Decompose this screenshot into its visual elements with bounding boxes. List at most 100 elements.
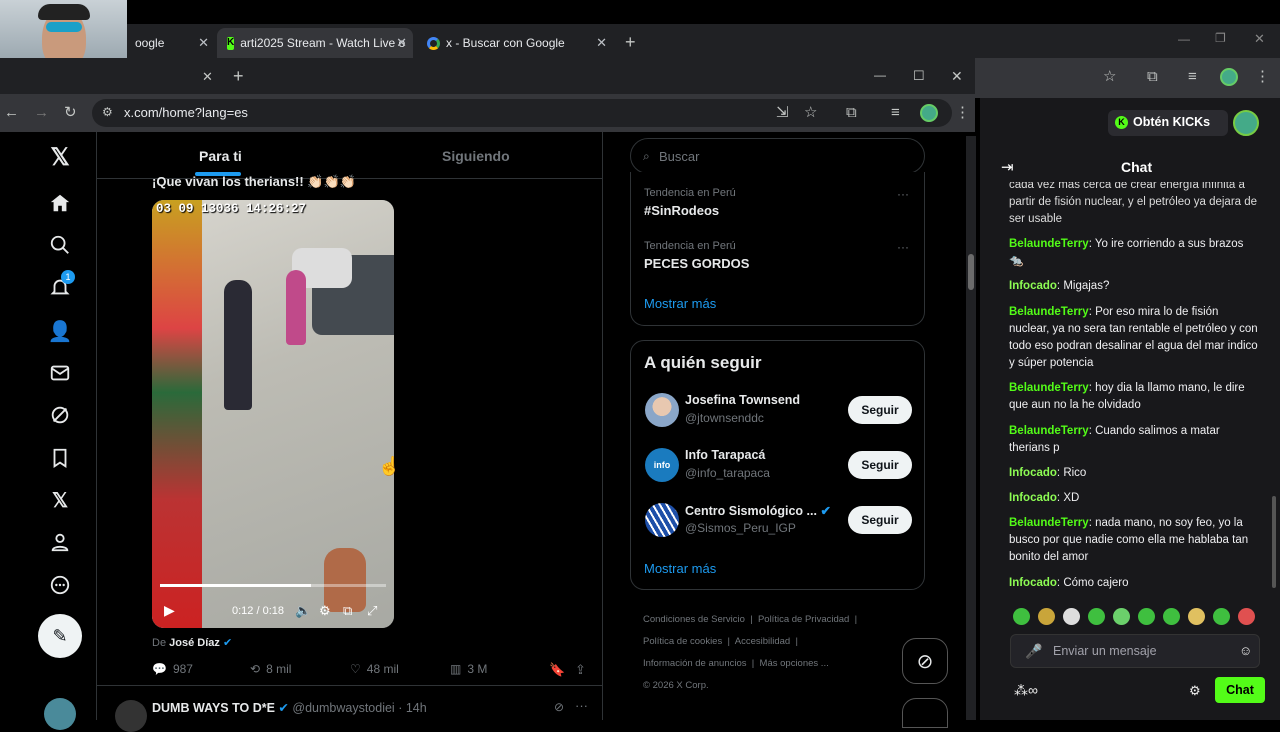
emoji-icon[interactable]: ☺ xyxy=(1239,643,1252,658)
follow-suggestion[interactable]: info Info Tarapacá @info_tarapaca Seguir xyxy=(631,444,926,492)
close-icon[interactable]: ✕ xyxy=(202,70,213,83)
trend-more-icon[interactable]: ··· xyxy=(897,240,909,254)
new-tab-icon[interactable]: + xyxy=(233,67,244,85)
footer-link-more[interactable]: Más opciones ... xyxy=(760,658,829,669)
messages-icon[interactable] xyxy=(47,360,73,386)
search-input[interactable]: ⌕ Buscar xyxy=(630,138,925,174)
minimize-icon[interactable]: — xyxy=(1178,33,1190,45)
user-avatar[interactable] xyxy=(1233,110,1259,136)
show-more-link[interactable]: Mostrar más xyxy=(644,561,716,576)
profile-avatar[interactable] xyxy=(920,104,938,122)
emote-icon[interactable] xyxy=(1188,608,1205,625)
author-avatar[interactable] xyxy=(115,700,147,732)
account-avatar[interactable] xyxy=(44,698,76,730)
notifications-icon[interactable]: 1 xyxy=(47,270,75,300)
back-icon[interactable]: ← xyxy=(4,105,19,120)
compose-post-button[interactable]: ✎ xyxy=(38,614,82,658)
grok-icon[interactable]: ⊘ xyxy=(554,700,564,714)
author-handle[interactable]: @dumbwaystodiei xyxy=(292,701,394,715)
install-app-icon[interactable]: ⇲ xyxy=(776,105,789,120)
bookmark-star-icon[interactable]: ☆ xyxy=(1103,69,1116,84)
new-tab-icon[interactable]: + xyxy=(625,33,636,51)
follow-icon[interactable]: 👤 xyxy=(47,318,73,344)
emote-icon[interactable] xyxy=(1038,608,1055,625)
kick-tools-icon[interactable]: ⁂∞ xyxy=(1014,682,1038,699)
bookmark-star-icon[interactable]: ☆ xyxy=(804,105,817,120)
close-icon[interactable]: ✕ xyxy=(198,35,209,51)
footer-link-cookies[interactable]: Política de cookies xyxy=(643,636,722,647)
settings-icon[interactable]: ⚙ xyxy=(319,603,331,619)
emote-icon[interactable] xyxy=(1138,608,1155,625)
emote-icon[interactable] xyxy=(1013,608,1030,625)
more-options-icon[interactable]: ··· xyxy=(575,698,588,713)
more-icon[interactable] xyxy=(47,572,73,598)
emote-icon[interactable] xyxy=(1163,608,1180,625)
chat-username[interactable]: Infocado xyxy=(1009,577,1057,589)
close-icon[interactable]: ✕ xyxy=(396,35,407,51)
chat-message-input[interactable]: 🎤 Enviar un mensaje ☺ xyxy=(1010,634,1260,668)
collapse-chat-icon[interactable]: ⇥ xyxy=(1001,158,1014,176)
extensions-icon[interactable]: ⧉ xyxy=(1147,69,1158,84)
follow-suggestion[interactable]: Josefina Townsend @jtownsenddc Seguir xyxy=(631,389,926,437)
follow-button[interactable]: Seguir xyxy=(848,451,912,479)
repost-button[interactable]: ⟲ 8 mil xyxy=(250,662,291,676)
trend-item[interactable]: Tendencia en Perú PECES GORDOS xyxy=(644,240,749,271)
close-icon[interactable]: ✕ xyxy=(596,35,607,51)
search-icon[interactable] xyxy=(47,232,73,258)
chat-username[interactable]: Infocado xyxy=(1009,492,1057,504)
menu-icon[interactable]: ⋮ xyxy=(1255,69,1270,84)
video-player[interactable]: 03 09 13036 14:26:27 ▶ 0:12 / 0:18 🔈 ⚙ ⧉… xyxy=(152,200,394,628)
footer-link-terms[interactable]: Condiciones de Servicio xyxy=(643,614,745,625)
chat-username[interactable]: Infocado xyxy=(1009,467,1057,479)
share-icon[interactable]: ⇪ xyxy=(575,662,586,678)
send-chat-button[interactable]: Chat xyxy=(1215,677,1265,703)
source-name[interactable]: José Díaz xyxy=(169,637,220,649)
messages-drawer-button[interactable] xyxy=(902,698,948,728)
follow-button[interactable]: Seguir xyxy=(848,506,912,534)
x-logo-icon[interactable]: 𝕏 xyxy=(47,144,73,171)
restore-icon[interactable]: ❐ xyxy=(1215,32,1226,44)
extensions-icon[interactable]: ⧉ xyxy=(846,105,857,120)
chat-username[interactable]: BelaundeTerry xyxy=(1009,382,1089,394)
emote-icon[interactable] xyxy=(1238,608,1255,625)
reply-button[interactable]: 💬 987 xyxy=(152,662,193,676)
scrollbar-track[interactable] xyxy=(966,136,976,720)
footer-link-privacy[interactable]: Política de Privacidad xyxy=(758,614,849,625)
menu-icon[interactable]: ⋮ xyxy=(955,105,970,120)
home-icon[interactable] xyxy=(47,190,73,216)
emote-icon[interactable] xyxy=(1088,608,1105,625)
play-icon[interactable]: ▶ xyxy=(164,602,175,619)
like-button[interactable]: ♡ 48 mil xyxy=(350,662,399,676)
trend-more-icon[interactable]: ··· xyxy=(897,187,909,201)
minimize-icon[interactable]: — xyxy=(874,69,886,81)
profile-avatar[interactable] xyxy=(1220,68,1238,86)
chat-username[interactable]: BelaundeTerry xyxy=(1009,238,1089,250)
chat-username[interactable]: BelaundeTerry xyxy=(1009,306,1089,318)
chat-scrollbar[interactable] xyxy=(1272,496,1276,588)
tab-for-you[interactable]: Para ti xyxy=(199,148,242,164)
get-kicks-button[interactable]: K Obtén KICKs xyxy=(1108,110,1228,136)
microphone-icon[interactable]: 🎤 xyxy=(1025,643,1042,660)
grok-icon[interactable] xyxy=(47,402,73,428)
fullscreen-icon[interactable]: ⤢ xyxy=(367,603,377,619)
outer-tab-google[interactable]: oogle ✕ xyxy=(125,28,215,58)
bookmark-icon[interactable]: 🔖 xyxy=(549,662,565,678)
reload-icon[interactable]: ↻ xyxy=(64,105,77,120)
maximize-icon[interactable]: ☐ xyxy=(913,69,925,82)
media-icon[interactable]: ≡ xyxy=(1188,69,1197,84)
footer-link-accessibility[interactable]: Accesibilidad xyxy=(735,636,790,647)
premium-x-icon[interactable]: 𝕏 xyxy=(47,487,73,513)
volume-icon[interactable]: 🔈 xyxy=(295,603,311,619)
profile-icon[interactable] xyxy=(47,529,73,555)
trend-item[interactable]: Tendencia en Perú #SinRodeos xyxy=(644,187,736,218)
outer-tab-google-search[interactable]: x - Buscar con Google ✕ xyxy=(417,28,613,58)
bookmarks-icon[interactable] xyxy=(47,445,73,471)
footer-link-ads[interactable]: Información de anuncios xyxy=(643,658,747,669)
tab-following[interactable]: Siguiendo xyxy=(442,148,510,164)
chat-username[interactable]: BelaundeTerry xyxy=(1009,517,1089,529)
author-name[interactable]: DUMB WAYS TO D*E xyxy=(152,701,275,715)
chat-settings-icon[interactable]: ⚙ xyxy=(1189,683,1201,699)
follow-button[interactable]: Seguir xyxy=(848,396,912,424)
emote-icon[interactable] xyxy=(1213,608,1230,625)
views-button[interactable]: ▥ 3 M xyxy=(450,662,487,676)
